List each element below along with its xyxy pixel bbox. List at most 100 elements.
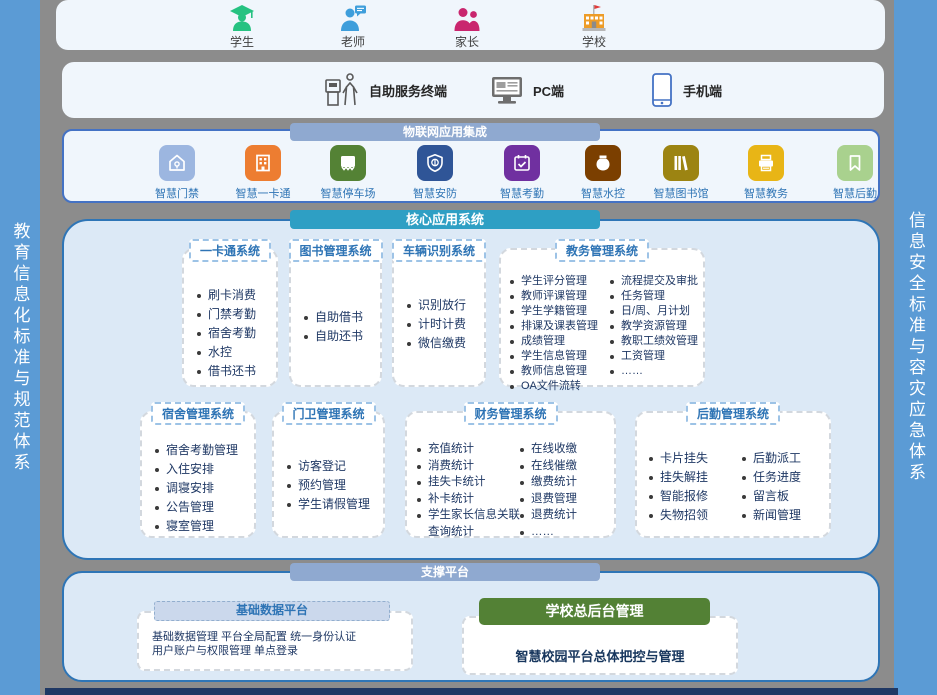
iot-label: 智慧后勤: [811, 185, 899, 201]
terminal-label: 手机端: [683, 81, 722, 100]
kiosk-icon: [324, 71, 360, 109]
iot-label: 智慧门禁: [133, 185, 221, 201]
iot-item-onecard: 智慧一卡通: [219, 145, 307, 201]
user-label: 老师: [313, 33, 393, 50]
base-data-platform-title: 基础数据平台: [154, 601, 390, 621]
feature-item: 访客登记: [287, 457, 381, 476]
iot-label: 智慧图书馆: [637, 185, 725, 201]
feature-item: 失物招领: [649, 506, 742, 525]
core-section-header: 核心应用系统: [290, 210, 600, 229]
feature-list: 学生评分管理 教师评课管理 学生学籍管理 排课及课表管理 成绩管理 学生信息管理…: [510, 274, 610, 394]
school-icon: [579, 4, 609, 32]
feature-item: 公告管理: [155, 498, 252, 517]
iot-item-academic: 智慧教务: [722, 145, 810, 201]
feature-item: 入住安排: [155, 460, 252, 479]
parent-icon: [452, 4, 482, 32]
feature-list: 刷卡消费 门禁考勤 宿舍考勤 水控 借书还书: [184, 250, 276, 381]
user-item-teacher: 老师: [313, 4, 393, 50]
feature-item: 教职工绩效管理: [610, 334, 703, 349]
feature-item: 预约管理: [287, 476, 381, 495]
system-box-vehicle: 车辆识别系统 识别放行 计时计费 微信缴费: [392, 248, 486, 387]
feature-item: 后勤派工: [742, 449, 827, 468]
system-title: 后勤管理系统: [686, 402, 780, 425]
iot-label: 智慧安防: [391, 185, 479, 201]
feature-list: 卡片挂失 挂失解挂 智能报修 失物招领: [649, 449, 742, 525]
feature-item: 自助还书: [304, 327, 378, 346]
feature-item: ……: [610, 364, 703, 379]
user-label: 学生: [202, 33, 282, 50]
iot-item-security: 智慧安防: [391, 145, 479, 201]
feature-item: 水控: [197, 343, 274, 362]
feature-item: 任务进度: [742, 468, 827, 487]
school-admin-title: 学校总后台管理: [479, 598, 710, 625]
terminal-label: PC端: [533, 81, 564, 100]
feature-item: OA文件流转: [510, 379, 610, 394]
feature-item: ……: [520, 524, 612, 541]
system-box-library: 图书管理系统 自助借书 自助还书: [289, 248, 382, 387]
user-item-student: 学生: [202, 4, 282, 50]
feature-item: 学生信息管理: [510, 349, 610, 364]
feature-item: 教师信息管理: [510, 364, 610, 379]
teacher-icon: [338, 4, 368, 32]
feature-item: 微信缴费: [407, 334, 482, 353]
pc-icon: [490, 74, 524, 106]
iot-label: 智慧停车场: [304, 185, 392, 201]
iot-item-library: 智慧图书馆: [637, 145, 725, 201]
system-title: 门卫管理系统: [281, 402, 375, 425]
feature-item: 寝室管理: [155, 517, 252, 536]
base-platform-line: 基础数据管理 平台全局配置 统一身份认证: [152, 630, 411, 644]
parking-icon: [330, 145, 366, 181]
user-roles-panel: 学生 老师 家长: [56, 0, 885, 50]
system-box-academic: 教务管理系统 学生评分管理 教师评课管理 学生学籍管理 排课及课表管理 成绩管理…: [499, 248, 705, 387]
user-label: 学校: [554, 33, 634, 50]
feature-item: 新闻管理: [742, 506, 827, 525]
feature-item: 宿舍考勤管理: [155, 441, 252, 460]
system-box-onecard: 一卡通系统 刷卡消费 门禁考勤 宿舍考勤 水控 借书还书: [182, 248, 278, 387]
terminals-panel: 自助服务终端 PC端 手机端: [62, 62, 884, 118]
feature-item: 识别放行: [407, 296, 482, 315]
feature-item: 流程提交及审批: [610, 274, 703, 289]
feature-item: 学生学籍管理: [510, 304, 610, 319]
phone-icon: [650, 72, 674, 108]
feature-list: 后勤派工 任务进度 留言板 新闻管理: [742, 449, 827, 525]
feature-item: 挂失解挂: [649, 468, 742, 487]
feature-item: 退费统计: [520, 507, 612, 524]
left-standards-label: 教育信息化标准与规范体系: [8, 222, 33, 474]
school-admin-desc: 智慧校园平台总体把控与管理: [464, 618, 736, 665]
feature-item: 智能报修: [649, 487, 742, 506]
academic-icon: [748, 145, 784, 181]
system-title: 图书管理系统: [288, 239, 382, 262]
feature-list: 在线收缴 在线催缴 缴费统计 退费管理 退费统计 ……: [520, 441, 612, 540]
system-box-gatekeeper: 门卫管理系统 访客登记 预约管理 学生请假管理: [272, 411, 385, 538]
terminal-item-pc: PC端: [490, 62, 564, 118]
feature-item: 任务管理: [610, 289, 703, 304]
feature-item: 学生家长信息关联查询统计: [417, 507, 520, 540]
iot-item-parking: 智慧停车场: [304, 145, 392, 201]
feature-item: 挂失卡统计: [417, 474, 520, 491]
feature-list: 访客登记 预约管理 学生请假管理: [274, 413, 383, 514]
system-box-logistics: 后勤管理系统 卡片挂失 挂失解挂 智能报修 失物招领 后勤派工 任务进度 留言板…: [635, 411, 831, 538]
iot-label: 智慧考勤: [478, 185, 566, 201]
iot-section-header: 物联网应用集成: [290, 123, 600, 141]
iot-label: 智慧教务: [722, 185, 810, 201]
left-standards-bar: 教育信息化标准与规范体系: [0, 0, 40, 695]
feature-item: 缴费统计: [520, 474, 612, 491]
system-title: 车辆识别系统: [392, 239, 486, 262]
door-access-icon: [159, 145, 195, 181]
feature-item: 学生请假管理: [287, 495, 381, 514]
library-icon: [663, 145, 699, 181]
student-icon: [227, 4, 257, 32]
logistics-icon: [837, 145, 873, 181]
onecard-icon: [245, 145, 281, 181]
feature-item: 消费统计: [417, 458, 520, 475]
right-standards-bar: 信息安全标准与容灾应急体系: [894, 0, 937, 695]
feature-item: 计时计费: [407, 315, 482, 334]
feature-item: 教学资源管理: [610, 319, 703, 334]
core-systems-panel: 一卡通系统 刷卡消费 门禁考勤 宿舍考勤 水控 借书还书 图书管理系统 自助借书…: [62, 219, 880, 560]
feature-item: 工资管理: [610, 349, 703, 364]
iot-label: 智慧一卡通: [219, 185, 307, 201]
feature-item: 在线收缴: [520, 441, 612, 458]
system-title: 财务管理系统: [463, 402, 557, 425]
system-box-dormitory: 宿舍管理系统 宿舍考勤管理 入住安排 调寝安排 公告管理 寝室管理: [140, 411, 256, 538]
feature-list: 自助借书 自助还书: [291, 250, 380, 346]
